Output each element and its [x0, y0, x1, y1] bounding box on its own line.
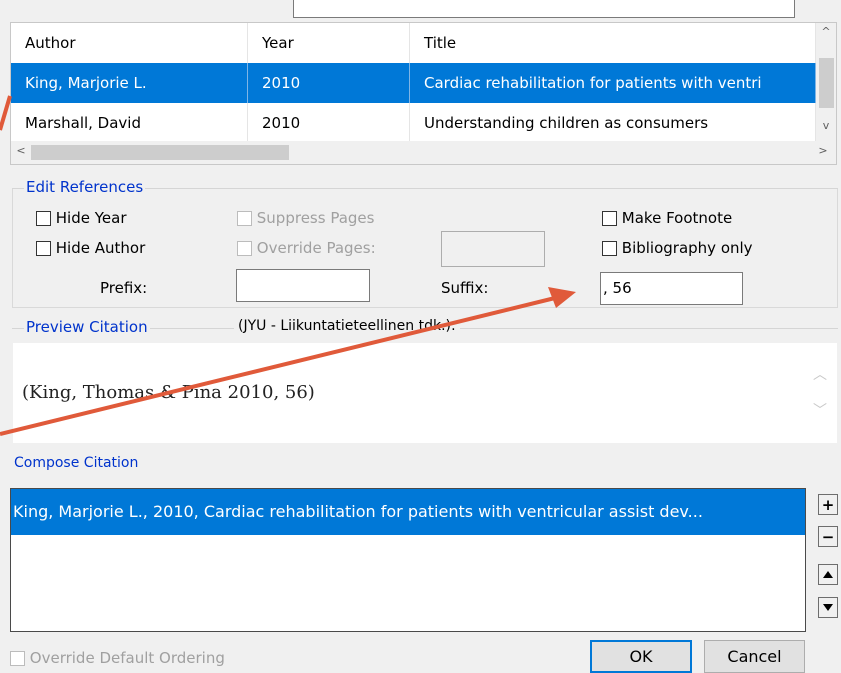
- move-up-button[interactable]: [818, 564, 838, 585]
- hide-year-option[interactable]: Hide Year: [36, 209, 127, 227]
- vertical-scroll-thumb[interactable]: [819, 58, 834, 108]
- suffix-value: , 56: [603, 279, 632, 297]
- compose-citation-list[interactable]: King, Marjorie L., 2010, Cardiac rehabil…: [10, 488, 806, 632]
- make-footnote-label: Make Footnote: [621, 209, 733, 227]
- column-header-title[interactable]: Title: [410, 23, 816, 63]
- cancel-button[interactable]: Cancel: [704, 640, 805, 673]
- prefix-label: Prefix:: [100, 279, 148, 297]
- horizontal-scrollbar[interactable]: < >: [11, 141, 836, 164]
- override-ordering-label: Override Default Ordering: [29, 649, 225, 667]
- preview-citation-title: Preview Citation: [24, 318, 150, 336]
- override-ordering-checkbox[interactable]: [10, 651, 25, 666]
- cell-title: Understanding children as consumers: [410, 103, 816, 143]
- compose-citation-item[interactable]: King, Marjorie L., 2010, Cardiac rehabil…: [11, 489, 805, 535]
- preview-citation-text: (King, Thomas & Pina 2010, 56): [22, 382, 315, 403]
- cell-year: 2010: [248, 103, 410, 143]
- override-pages-checkbox[interactable]: [237, 241, 252, 256]
- reference-list-header: Author Year Title: [11, 23, 816, 63]
- hide-author-option[interactable]: Hide Author: [36, 239, 145, 257]
- cell-author: Marshall, David: [11, 103, 248, 143]
- suffix-label: Suffix:: [441, 279, 489, 297]
- override-pages-option[interactable]: Override Pages:: [237, 239, 376, 257]
- override-ordering-option[interactable]: Override Default Ordering: [10, 649, 225, 667]
- ok-button[interactable]: OK: [590, 640, 692, 673]
- make-footnote-option[interactable]: Make Footnote: [602, 209, 732, 227]
- bibliography-only-checkbox[interactable]: [602, 241, 617, 256]
- bibliography-only-label: Bibliography only: [621, 239, 753, 257]
- cell-year: 2010: [248, 63, 410, 103]
- preview-scroll-down-icon[interactable]: ﹀: [813, 400, 827, 420]
- hide-author-label: Hide Author: [55, 239, 146, 257]
- scroll-down-icon[interactable]: v: [816, 119, 836, 132]
- scroll-left-icon[interactable]: <: [11, 144, 31, 157]
- add-citation-button[interactable]: +: [818, 494, 838, 515]
- suppress-pages-option[interactable]: Suppress Pages: [237, 209, 374, 227]
- cell-author: King, Marjorie L.: [11, 63, 248, 103]
- prefix-input[interactable]: [236, 269, 370, 302]
- edit-references-title: Edit References: [24, 178, 146, 196]
- scroll-right-icon[interactable]: >: [813, 144, 833, 157]
- reference-row[interactable]: Marshall, David 2010 Understanding child…: [11, 103, 816, 143]
- triangle-down-icon: [823, 604, 833, 611]
- hide-year-label: Hide Year: [55, 209, 127, 227]
- vertical-scrollbar[interactable]: ^ v: [816, 23, 836, 141]
- suppress-pages-label: Suppress Pages: [256, 209, 375, 227]
- hide-author-checkbox[interactable]: [36, 241, 51, 256]
- override-pages-label: Override Pages:: [256, 239, 376, 257]
- bibliography-only-option[interactable]: Bibliography only: [602, 239, 753, 257]
- preview-style-label: (JYU - Liikuntatieteellinen tdk.):: [234, 318, 460, 334]
- compose-citation-title: Compose Citation: [12, 455, 141, 471]
- override-pages-input[interactable]: [441, 231, 545, 267]
- scroll-up-icon[interactable]: ^: [816, 25, 836, 38]
- preview-scroll-up-icon[interactable]: ︿: [813, 364, 827, 384]
- make-footnote-checkbox[interactable]: [602, 211, 617, 226]
- horizontal-scroll-thumb[interactable]: [31, 145, 289, 160]
- remove-citation-button[interactable]: −: [818, 526, 838, 547]
- cell-title: Cardiac rehabilitation for patients with…: [410, 63, 816, 103]
- column-header-author[interactable]: Author: [11, 23, 248, 63]
- reference-row[interactable]: King, Marjorie L. 2010 Cardiac rehabilit…: [11, 63, 816, 103]
- top-input[interactable]: [293, 0, 795, 18]
- column-header-year[interactable]: Year: [248, 23, 410, 63]
- suppress-pages-checkbox[interactable]: [237, 211, 252, 226]
- move-down-button[interactable]: [818, 597, 838, 618]
- reference-list[interactable]: Author Year Title King, Marjorie L. 2010…: [10, 22, 837, 165]
- hide-year-checkbox[interactable]: [36, 211, 51, 226]
- triangle-up-icon: [823, 571, 833, 578]
- suffix-input[interactable]: , 56: [600, 272, 743, 305]
- annotation-arrow-left: [0, 95, 12, 131]
